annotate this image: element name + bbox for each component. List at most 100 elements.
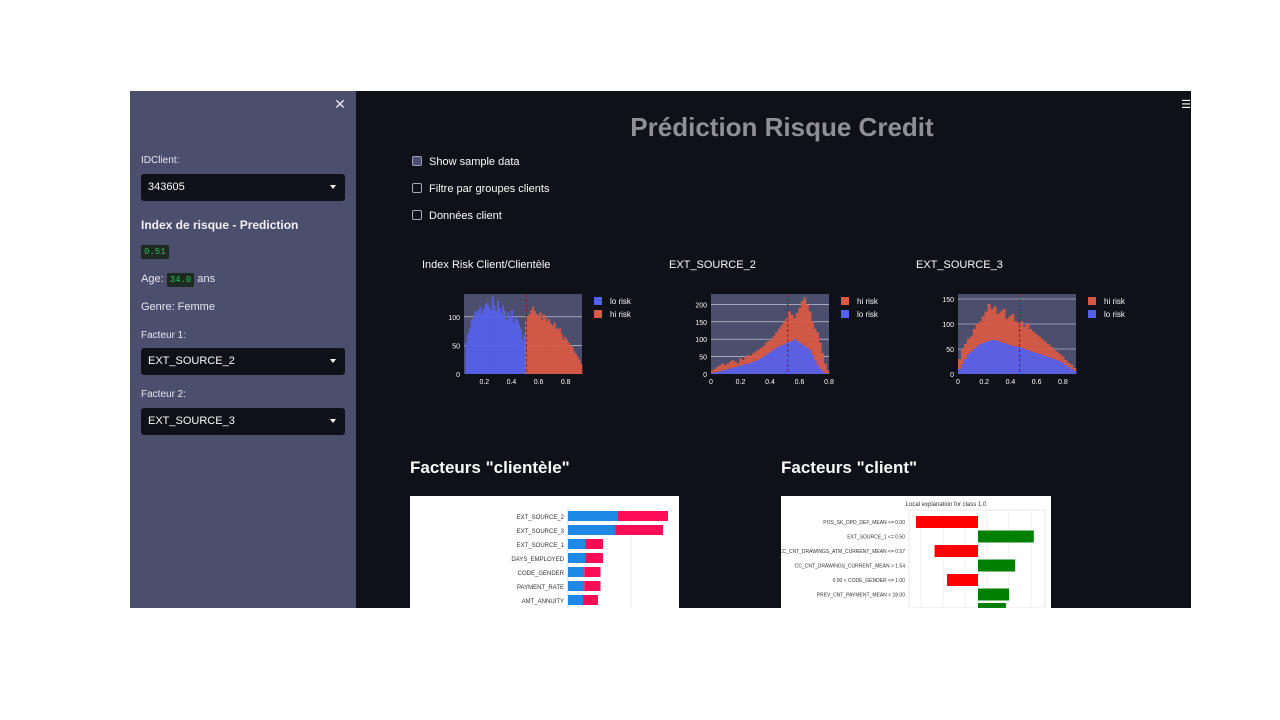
histogram-bar: [1046, 357, 1050, 374]
facteur1-label: Facteur 1:: [141, 330, 187, 341]
feature-label: PAYMENT_RATE: [517, 585, 564, 591]
histogram-bar: [484, 304, 487, 374]
shap-bar-red: [584, 567, 601, 577]
histogram-bar: [770, 351, 773, 374]
lime-bar: [934, 545, 978, 557]
feature-label: EXT_SOURCE_1: [517, 543, 565, 549]
checkbox-label: Filtre par groupes clients: [429, 183, 550, 195]
histogram-bar: [713, 372, 717, 374]
lime-chart-title: Local explanation for class 1.0: [906, 502, 987, 508]
histogram-bar: [818, 368, 822, 374]
histogram-bar: [560, 334, 563, 374]
facteur2-select[interactable]: EXT_SOURCE_3: [141, 408, 345, 435]
histogram-bar: [546, 321, 549, 374]
y-tick-label: 100: [942, 322, 954, 329]
histogram-bar: [521, 339, 524, 374]
facteur1-value: EXT_SOURCE_2: [148, 355, 235, 367]
shap-bar-blue: [568, 553, 586, 563]
histogram-bar: [514, 316, 517, 374]
y-tick-label: 100: [695, 337, 707, 344]
checkbox-label: Show sample data: [429, 156, 520, 168]
section-client-heading: Facteurs "client": [781, 458, 918, 477]
histogram-bar: [512, 322, 515, 374]
streamlit-app: ✕ IDClient: 343605 Index de risque - Pre…: [130, 91, 1191, 608]
histogram-bar: [565, 339, 569, 374]
x-tick-label: 0.2: [479, 379, 489, 386]
histogram-bar: [752, 361, 755, 374]
histogram-bar: [541, 319, 544, 374]
histogram-bar: [739, 365, 743, 374]
lime-bar: [916, 516, 978, 528]
feature-label: CC_CNT_DRAWINGS_ATM_CURRENT_MEAN <= 0.57: [781, 549, 905, 555]
genre-text: Genre: Femme: [141, 301, 215, 313]
histogram-bar: [723, 369, 727, 374]
histogram-bar: [523, 334, 526, 374]
histogram-bar: [519, 328, 522, 374]
histogram-bar: [574, 354, 577, 374]
chevron-down-icon: [330, 419, 336, 423]
histogram-bar: [1070, 369, 1074, 374]
page-title: Prédiction Risque Credit: [630, 112, 934, 142]
shap-panel: EXT_SOURCE_2 EXT_SOURCE_3 EXT_SOURCE_1 DAYS…: [410, 496, 695, 608]
histogram-bar: [731, 367, 735, 374]
facteur1-select[interactable]: EXT_SOURCE_2: [141, 348, 345, 375]
histogram-bar: [1002, 343, 1006, 374]
idclient-select[interactable]: 343605: [141, 174, 345, 201]
feature-label: CODE_GENDER: [518, 571, 565, 577]
histogram-bar: [516, 319, 519, 374]
histogram-bar: [746, 363, 750, 374]
lime-bar: [978, 530, 1034, 543]
histogram-bar: [530, 310, 533, 374]
histogram-bar: [1043, 356, 1047, 374]
y-tick-label: 150: [942, 297, 954, 304]
histogram-bar: [999, 342, 1003, 374]
histogram-bar: [762, 356, 766, 374]
histogram-bar: [498, 308, 501, 374]
histogram-bar: [736, 366, 740, 374]
age-line: Age: 34.0 ans: [141, 273, 215, 287]
legend-swatch: [594, 310, 602, 318]
histogram-bar: [500, 314, 503, 374]
x-tick-label: 0.6: [1032, 379, 1042, 386]
histogram-bar: [548, 319, 551, 374]
x-tick-label: 0.2: [736, 379, 746, 386]
histogram-bar: [486, 302, 489, 374]
shap-bar-blue: [568, 595, 583, 605]
histogram-bar: [539, 312, 542, 374]
x-tick-label: 0.8: [1058, 379, 1068, 386]
checkbox-donnees-client[interactable]: Données client: [412, 210, 502, 222]
legend-label: hi risk: [610, 310, 632, 319]
checkbox-filtre-groupes[interactable]: Filtre par groupes clients: [412, 183, 549, 195]
chart2-title: EXT_SOURCE_2: [669, 259, 756, 271]
hamburger-icon[interactable]: ☰: [1181, 98, 1191, 111]
shap-bar-blue: [568, 539, 586, 549]
histogram-bar: [544, 318, 547, 374]
feature-label: CC_CNT_DRAWINGS_CURRENT_MEAN > 1.54: [795, 564, 905, 570]
histogram-bar: [482, 308, 485, 374]
histogram-bar: [1025, 350, 1030, 374]
legend-label: hi risk: [857, 297, 879, 306]
y-tick-label: 0: [456, 372, 460, 379]
histogram-bar: [518, 323, 521, 374]
checkbox-box[interactable]: [412, 183, 422, 193]
checkbox-box[interactable]: [412, 156, 422, 166]
chevron-down-icon: [330, 359, 336, 363]
histogram-bar: [969, 351, 974, 374]
histogram-bar: [958, 369, 962, 374]
legend-label: hi risk: [1104, 297, 1126, 306]
histogram-bar: [491, 296, 494, 374]
histogram-bar: [1067, 367, 1071, 374]
close-icon[interactable]: ✕: [333, 96, 347, 112]
checkbox-show-sample[interactable]: Show sample data: [412, 156, 520, 168]
legend-swatch: [1088, 310, 1096, 318]
histogram-bar: [564, 336, 567, 374]
histogram-bar: [562, 339, 565, 374]
feature-label: DAYS_EMPLOYED: [511, 557, 564, 563]
histogram-bar: [790, 340, 794, 374]
histogram-bar: [775, 347, 778, 374]
legend-label: lo risk: [610, 297, 632, 306]
histogram-bar: [509, 316, 512, 374]
histogram-bar: [800, 344, 804, 374]
checkbox-box[interactable]: [412, 210, 422, 220]
histogram-bar: [772, 349, 776, 374]
